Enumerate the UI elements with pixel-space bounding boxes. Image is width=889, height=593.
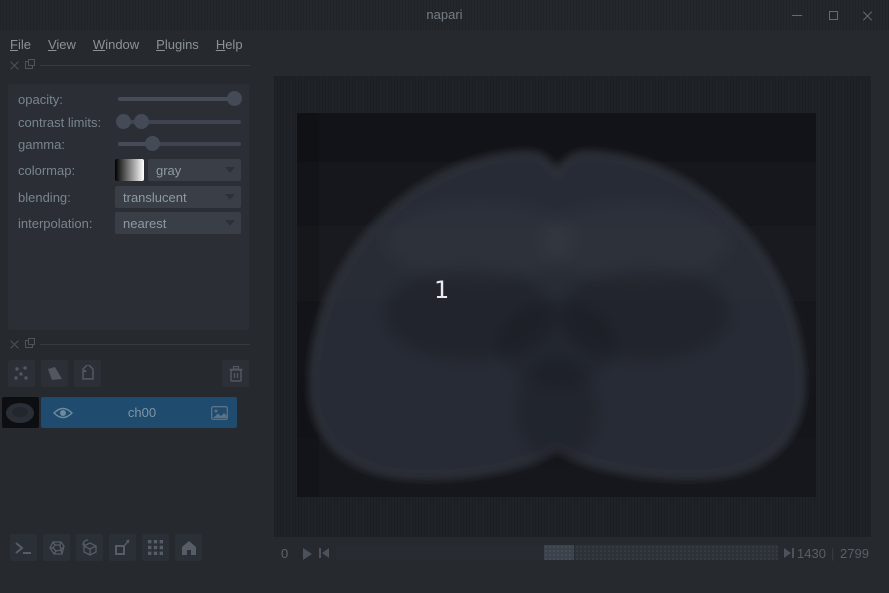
visibility-eye-icon[interactable] <box>53 406 73 420</box>
contrast-high-handle[interactable] <box>134 114 150 129</box>
layer-name: ch00 <box>127 405 157 420</box>
menu-view[interactable]: View <box>48 33 87 56</box>
thumbnail-image <box>6 403 34 423</box>
dock-float-icon[interactable] <box>25 59 35 69</box>
gamma-slider-handle[interactable] <box>145 136 161 151</box>
delete-layer-button[interactable] <box>222 360 249 387</box>
colormap-label: colormap: <box>18 163 76 178</box>
menu-file[interactable]: File <box>10 33 42 56</box>
menu-bar: File View Window Plugins Help <box>0 30 889 58</box>
menu-help[interactable]: Help <box>216 33 254 56</box>
opacity-slider-handle[interactable] <box>226 91 242 106</box>
dock-close-icon[interactable] <box>10 61 19 70</box>
contrast-limits-label: contrast limits: <box>18 115 102 130</box>
play-button[interactable] <box>300 547 314 561</box>
dim-current-value: 1430 <box>797 546 826 561</box>
layer-controls-dock-header <box>8 59 250 72</box>
play-icon <box>303 548 312 560</box>
skip-to-end-button[interactable] <box>783 547 797 561</box>
roll-dimensions-button[interactable] <box>76 534 103 561</box>
brain-slice-image <box>297 113 816 497</box>
dim-axis-label: 0 <box>281 546 289 561</box>
maximize-icon <box>828 10 838 20</box>
layer-controls-panel: opacity: contrast limits: gamma: colorma… <box>8 84 249 330</box>
dim-slider-remainder <box>574 545 778 560</box>
transpose-dimensions-button[interactable] <box>109 534 136 561</box>
dim-separator: | <box>831 546 835 561</box>
dock-separator <box>40 344 250 345</box>
interpolation-dropdown[interactable]: nearest <box>115 212 241 234</box>
dim-slider-handle[interactable] <box>543 545 574 560</box>
opacity-label: opacity: <box>18 92 63 107</box>
cube-3d-icon <box>48 540 65 555</box>
console-button[interactable] <box>10 534 37 561</box>
contrast-low-handle[interactable] <box>115 114 131 129</box>
opacity-slider[interactable] <box>118 91 242 106</box>
blending-label: blending: <box>18 190 71 205</box>
home-reset-view-button[interactable] <box>175 534 202 561</box>
menu-plugins[interactable]: Plugins <box>156 33 210 56</box>
dock-separator <box>40 65 250 66</box>
skip-start-icon <box>319 548 329 558</box>
menu-window[interactable]: Window <box>93 33 150 56</box>
blending-value: translucent <box>123 189 187 205</box>
colormap-dropdown[interactable]: gray <box>148 159 241 181</box>
skip-end-icon <box>784 548 794 558</box>
dim-slider-track[interactable] <box>336 545 778 560</box>
close-button[interactable] <box>855 4 879 26</box>
colormap-gradient-swatch <box>115 159 144 181</box>
napari-window: { "window": { "title": "napari" }, "menu… <box>0 0 889 593</box>
dim-total-value: 2799 <box>840 546 869 561</box>
close-icon <box>863 11 872 20</box>
grid-view-button[interactable] <box>142 534 169 561</box>
shapes-icon <box>47 366 62 380</box>
contrast-limits-slider[interactable] <box>115 114 241 129</box>
skip-to-start-button[interactable] <box>318 547 332 561</box>
layer-list-dock-header <box>8 338 250 351</box>
window-title: napari <box>426 7 463 22</box>
dock-float-icon[interactable] <box>25 338 35 348</box>
gamma-slider[interactable] <box>118 136 241 151</box>
minimize-button[interactable] <box>785 4 809 26</box>
minimize-icon <box>792 14 802 16</box>
blending-dropdown[interactable]: translucent <box>115 186 241 208</box>
dock-close-icon[interactable] <box>10 340 19 349</box>
layer-row-ch00[interactable]: ch00 <box>41 397 237 428</box>
image-layer-type-icon <box>211 405 228 420</box>
tag-icon <box>81 364 94 380</box>
points-icon <box>13 365 28 380</box>
ndisplay-toggle-button[interactable] <box>43 534 70 561</box>
transpose-icon <box>115 539 130 555</box>
console-icon <box>15 541 31 554</box>
new-shapes-layer-button[interactable] <box>41 360 68 387</box>
chevron-down-icon <box>225 194 235 200</box>
chevron-down-icon <box>225 167 235 173</box>
slice-number-overlay: 1 <box>434 276 450 304</box>
viewer-canvas[interactable]: 1 <box>274 76 871 537</box>
gamma-label: gamma: <box>18 137 65 152</box>
opacity-slider-fill <box>118 97 234 101</box>
trash-icon <box>229 365 242 382</box>
dims-slider-row: 0 1430 | 2799 <box>274 543 889 565</box>
new-labels-layer-button[interactable] <box>74 360 101 387</box>
home-icon <box>181 541 196 555</box>
roll-cube-icon <box>81 539 97 556</box>
interpolation-value: nearest <box>123 215 167 231</box>
chevron-down-icon <box>225 220 235 226</box>
colormap-value: gray <box>156 162 182 178</box>
maximize-button[interactable] <box>821 4 845 26</box>
grid-icon <box>148 540 163 555</box>
layer-thumbnail <box>2 397 39 428</box>
title-bar: napari <box>0 0 889 30</box>
interpolation-label: interpolation: <box>18 216 93 231</box>
new-points-layer-button[interactable] <box>8 360 35 387</box>
